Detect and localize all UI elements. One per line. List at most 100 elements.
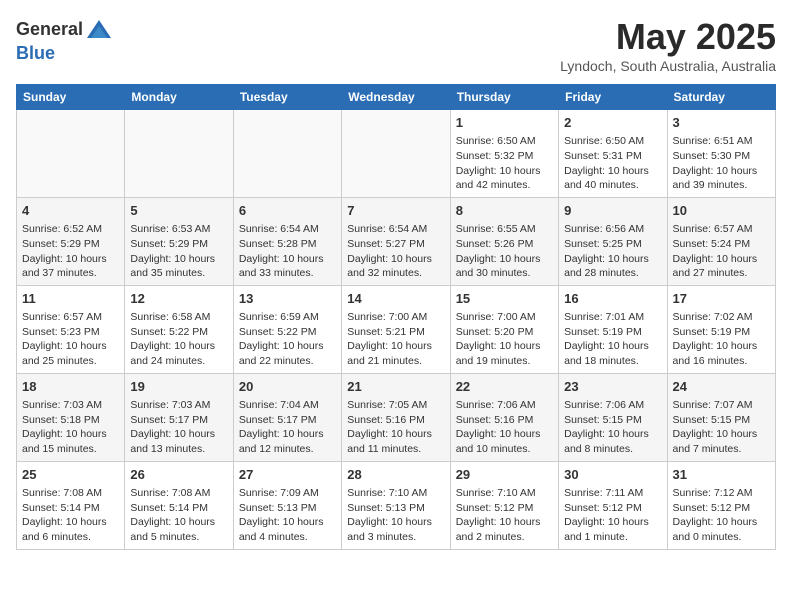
day-info: and 30 minutes. (456, 266, 553, 281)
day-info: Sunset: 5:12 PM (673, 501, 770, 516)
day-info: Daylight: 10 hours (239, 339, 336, 354)
day-info: Sunrise: 6:52 AM (22, 222, 119, 237)
day-info: Daylight: 10 hours (130, 339, 227, 354)
logo-general-text: General (16, 20, 83, 40)
day-info: and 21 minutes. (347, 354, 444, 369)
day-number: 29 (456, 466, 553, 484)
day-info: Sunset: 5:13 PM (347, 501, 444, 516)
day-info: Sunrise: 6:53 AM (130, 222, 227, 237)
column-header-wednesday: Wednesday (342, 85, 450, 110)
calendar-week-2: 4Sunrise: 6:52 AMSunset: 5:29 PMDaylight… (17, 197, 776, 285)
day-number: 21 (347, 378, 444, 396)
month-title: May 2025 (560, 16, 776, 58)
day-info: Sunrise: 7:10 AM (347, 486, 444, 501)
day-number: 15 (456, 290, 553, 308)
day-number: 16 (564, 290, 661, 308)
calendar-header-row: SundayMondayTuesdayWednesdayThursdayFrid… (17, 85, 776, 110)
calendar-cell: 1Sunrise: 6:50 AMSunset: 5:32 PMDaylight… (450, 110, 558, 198)
day-info: Sunset: 5:26 PM (456, 237, 553, 252)
day-info: Sunrise: 7:08 AM (130, 486, 227, 501)
calendar-cell: 25Sunrise: 7:08 AMSunset: 5:14 PMDayligh… (17, 461, 125, 549)
day-info: Sunset: 5:21 PM (347, 325, 444, 340)
day-number: 19 (130, 378, 227, 396)
day-info: Sunrise: 7:12 AM (673, 486, 770, 501)
day-info: Daylight: 10 hours (564, 339, 661, 354)
day-info: and 28 minutes. (564, 266, 661, 281)
day-info: and 13 minutes. (130, 442, 227, 457)
calendar-cell: 19Sunrise: 7:03 AMSunset: 5:17 PMDayligh… (125, 373, 233, 461)
day-info: Sunrise: 6:59 AM (239, 310, 336, 325)
calendar-week-1: 1Sunrise: 6:50 AMSunset: 5:32 PMDaylight… (17, 110, 776, 198)
day-info: and 8 minutes. (564, 442, 661, 457)
day-info: Sunset: 5:19 PM (564, 325, 661, 340)
calendar-cell: 3Sunrise: 6:51 AMSunset: 5:30 PMDaylight… (667, 110, 775, 198)
page-header: General Blue May 2025 Lyndoch, South Aus… (16, 16, 776, 74)
calendar-cell: 16Sunrise: 7:01 AMSunset: 5:19 PMDayligh… (559, 285, 667, 373)
day-info: Daylight: 10 hours (22, 339, 119, 354)
day-info: Sunrise: 6:58 AM (130, 310, 227, 325)
day-number: 28 (347, 466, 444, 484)
day-info: Sunrise: 7:08 AM (22, 486, 119, 501)
day-number: 24 (673, 378, 770, 396)
day-number: 23 (564, 378, 661, 396)
day-info: and 22 minutes. (239, 354, 336, 369)
day-info: Sunset: 5:16 PM (347, 413, 444, 428)
day-info: Sunset: 5:15 PM (564, 413, 661, 428)
calendar-week-4: 18Sunrise: 7:03 AMSunset: 5:18 PMDayligh… (17, 373, 776, 461)
calendar-cell: 26Sunrise: 7:08 AMSunset: 5:14 PMDayligh… (125, 461, 233, 549)
day-info: and 25 minutes. (22, 354, 119, 369)
day-info: Sunrise: 7:03 AM (22, 398, 119, 413)
day-number: 5 (130, 202, 227, 220)
day-info: and 3 minutes. (347, 530, 444, 545)
day-info: Sunrise: 7:00 AM (347, 310, 444, 325)
day-info: Daylight: 10 hours (130, 252, 227, 267)
day-info: Sunset: 5:12 PM (456, 501, 553, 516)
day-number: 1 (456, 114, 553, 132)
day-number: 20 (239, 378, 336, 396)
day-info: Sunrise: 7:05 AM (347, 398, 444, 413)
day-info: Daylight: 10 hours (456, 339, 553, 354)
day-info: Daylight: 10 hours (130, 515, 227, 530)
day-info: Daylight: 10 hours (347, 252, 444, 267)
day-info: Sunset: 5:30 PM (673, 149, 770, 164)
calendar-cell (342, 110, 450, 198)
day-info: and 32 minutes. (347, 266, 444, 281)
day-number: 17 (673, 290, 770, 308)
location-subtitle: Lyndoch, South Australia, Australia (560, 58, 776, 74)
calendar-cell: 9Sunrise: 6:56 AMSunset: 5:25 PMDaylight… (559, 197, 667, 285)
day-info: Daylight: 10 hours (564, 164, 661, 179)
column-header-sunday: Sunday (17, 85, 125, 110)
day-info: and 16 minutes. (673, 354, 770, 369)
day-number: 9 (564, 202, 661, 220)
day-info: Sunrise: 6:57 AM (673, 222, 770, 237)
day-info: and 42 minutes. (456, 178, 553, 193)
day-info: and 4 minutes. (239, 530, 336, 545)
calendar-cell: 29Sunrise: 7:10 AMSunset: 5:12 PMDayligh… (450, 461, 558, 549)
day-info: Sunrise: 7:10 AM (456, 486, 553, 501)
day-info: Sunrise: 6:56 AM (564, 222, 661, 237)
day-info: Sunset: 5:22 PM (239, 325, 336, 340)
day-info: Sunset: 5:29 PM (22, 237, 119, 252)
calendar-cell: 11Sunrise: 6:57 AMSunset: 5:23 PMDayligh… (17, 285, 125, 373)
day-info: and 35 minutes. (130, 266, 227, 281)
day-info: and 40 minutes. (564, 178, 661, 193)
day-info: Sunset: 5:18 PM (22, 413, 119, 428)
calendar-cell: 4Sunrise: 6:52 AMSunset: 5:29 PMDaylight… (17, 197, 125, 285)
calendar-table: SundayMondayTuesdayWednesdayThursdayFrid… (16, 84, 776, 550)
calendar-cell: 17Sunrise: 7:02 AMSunset: 5:19 PMDayligh… (667, 285, 775, 373)
day-info: Sunrise: 7:06 AM (564, 398, 661, 413)
day-number: 30 (564, 466, 661, 484)
day-info: Daylight: 10 hours (22, 252, 119, 267)
day-info: and 12 minutes. (239, 442, 336, 457)
calendar-cell: 23Sunrise: 7:06 AMSunset: 5:15 PMDayligh… (559, 373, 667, 461)
day-info: Sunset: 5:12 PM (564, 501, 661, 516)
day-number: 31 (673, 466, 770, 484)
day-info: and 1 minute. (564, 530, 661, 545)
day-info: Sunrise: 6:54 AM (347, 222, 444, 237)
day-info: Daylight: 10 hours (673, 427, 770, 442)
day-number: 8 (456, 202, 553, 220)
day-info: Sunrise: 7:11 AM (564, 486, 661, 501)
day-info: Daylight: 10 hours (347, 515, 444, 530)
day-number: 14 (347, 290, 444, 308)
calendar-cell: 5Sunrise: 6:53 AMSunset: 5:29 PMDaylight… (125, 197, 233, 285)
